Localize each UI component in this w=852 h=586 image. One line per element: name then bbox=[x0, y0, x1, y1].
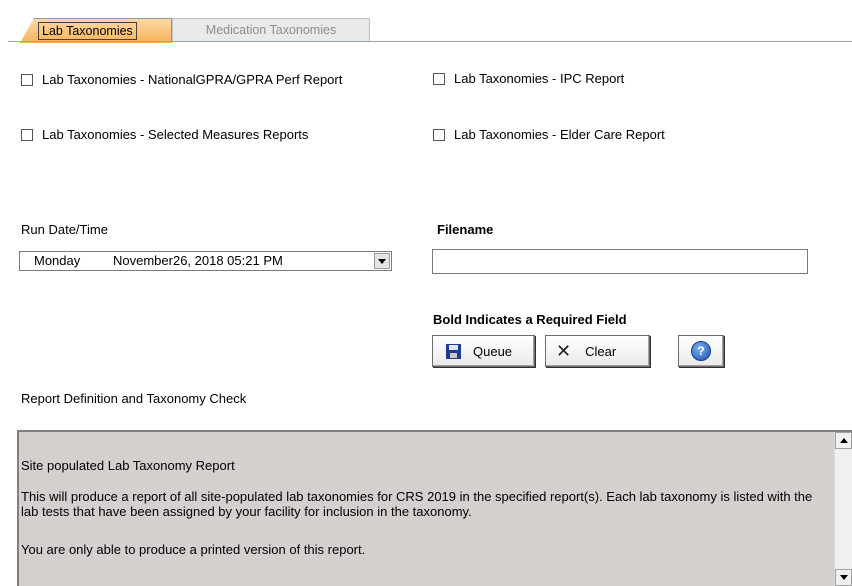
checkbox[interactable] bbox=[433, 72, 445, 85]
run-date-day: Monday bbox=[34, 253, 81, 268]
report-definition-paragraph: This will produce a report of all site-p… bbox=[21, 489, 813, 519]
scroll-up-icon[interactable] bbox=[835, 432, 852, 449]
report-option-ipc[interactable]: Lab Taxonomies - IPC Report bbox=[433, 71, 624, 86]
report-option-national-gpra[interactable]: Lab Taxonomies - NationalGPRA/GPRA Perf … bbox=[21, 72, 342, 87]
run-date-label: Run Date/Time bbox=[21, 222, 108, 237]
tab-divider bbox=[8, 41, 852, 42]
report-option-elder-care[interactable]: Lab Taxonomies - Elder Care Report bbox=[433, 127, 665, 142]
tab-medication-taxonomies[interactable]: Medication Taxonomies bbox=[172, 18, 370, 42]
filename-label: Filename bbox=[437, 222, 494, 237]
checkbox[interactable] bbox=[21, 128, 33, 141]
report-option-label: Lab Taxonomies - Selected Measures Repor… bbox=[42, 127, 309, 142]
help-button[interactable]: ? bbox=[678, 335, 724, 367]
queue-button[interactable]: Queue bbox=[432, 335, 535, 367]
clear-button[interactable]: ✕ Clear bbox=[545, 335, 650, 367]
report-definition-note: You are only able to produce a printed v… bbox=[21, 542, 366, 557]
required-field-note: Bold Indicates a Required Field bbox=[433, 312, 627, 327]
report-option-label: Lab Taxonomies - NationalGPRA/GPRA Perf … bbox=[42, 72, 343, 87]
checkbox[interactable] bbox=[433, 128, 445, 141]
run-date-value: November26, 2018 05:21 PM bbox=[113, 253, 283, 268]
run-date-picker[interactable]: Monday November26, 2018 05:21 PM bbox=[19, 251, 392, 271]
report-definition-label: Report Definition and Taxonomy Check bbox=[21, 391, 247, 406]
tab-strip: Lab Taxonomies Medication Taxonomies bbox=[8, 10, 852, 43]
chevron-down-icon[interactable] bbox=[374, 253, 390, 269]
queue-button-label: Queue bbox=[473, 343, 513, 359]
filename-input[interactable] bbox=[432, 249, 808, 274]
floppy-disk-icon bbox=[446, 343, 461, 359]
report-option-label: Lab Taxonomies - IPC Report bbox=[454, 71, 625, 86]
tab-lab-taxonomies-label[interactable]: Lab Taxonomies bbox=[38, 22, 137, 40]
report-definition-textarea[interactable]: Site populated Lab Taxonomy Report This … bbox=[17, 430, 852, 586]
scroll-down-icon[interactable] bbox=[835, 569, 852, 586]
help-icon: ? bbox=[691, 341, 711, 361]
clear-button-label: Clear bbox=[585, 343, 617, 359]
report-option-label: Lab Taxonomies - Elder Care Report bbox=[454, 127, 665, 142]
vertical-scrollbar[interactable] bbox=[834, 432, 852, 586]
report-definition-title: Site populated Lab Taxonomy Report bbox=[21, 458, 235, 473]
checkbox[interactable] bbox=[21, 73, 33, 86]
x-icon: ✕ bbox=[556, 341, 572, 361]
report-option-selected-measures[interactable]: Lab Taxonomies - Selected Measures Repor… bbox=[21, 127, 308, 142]
